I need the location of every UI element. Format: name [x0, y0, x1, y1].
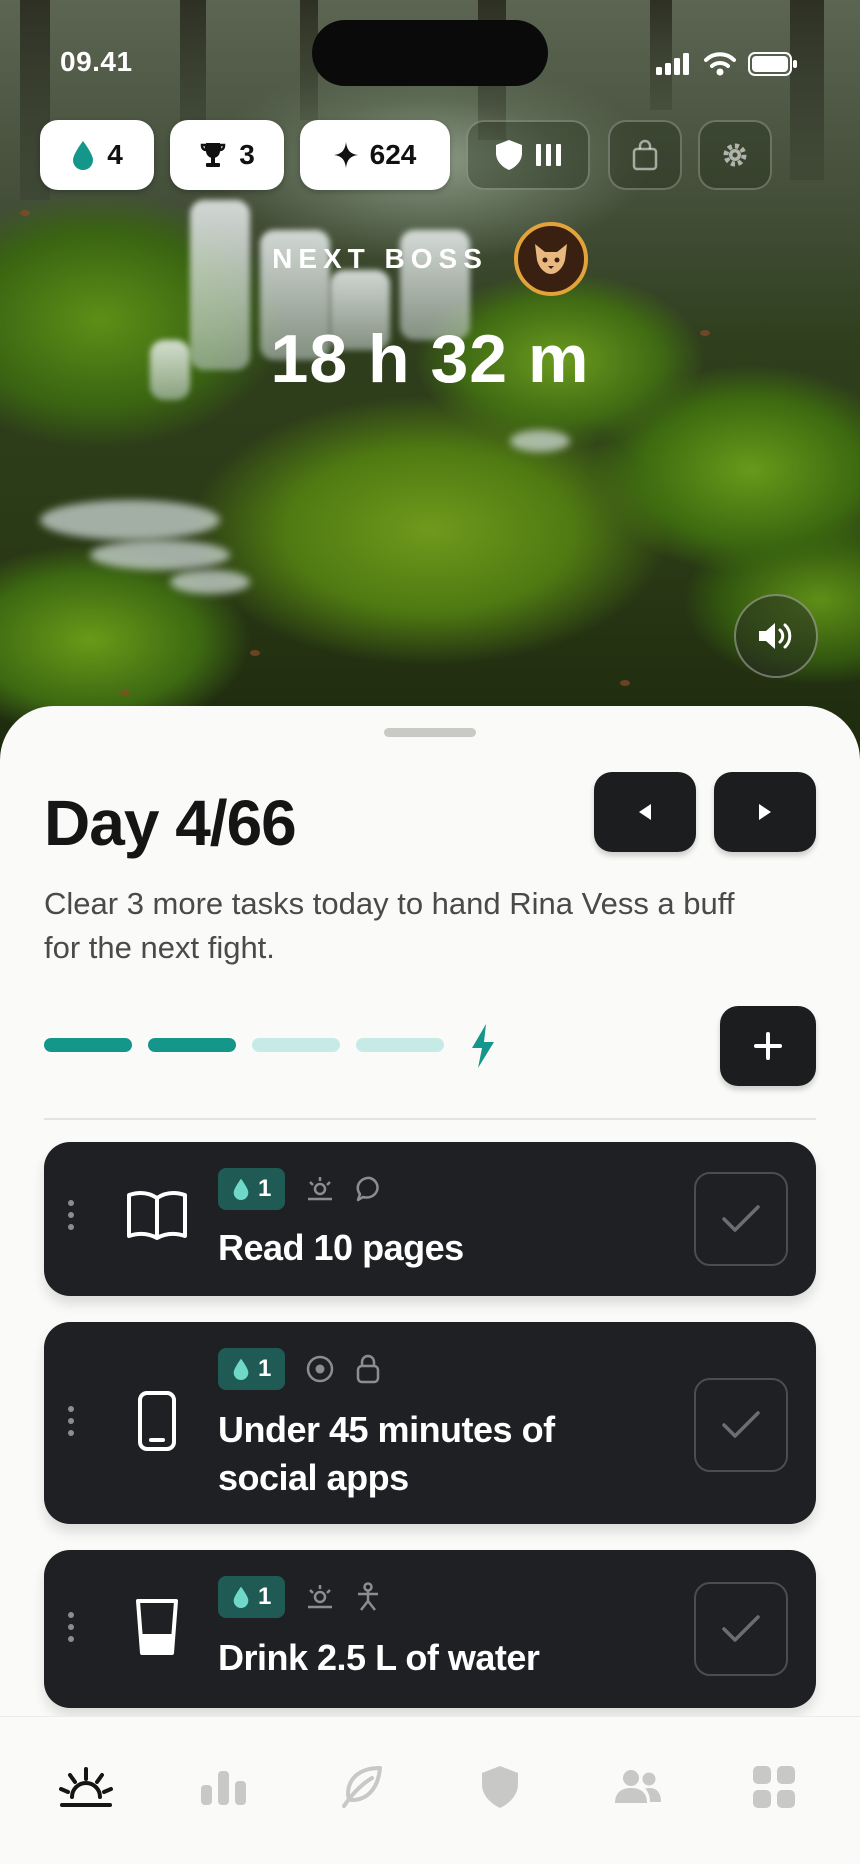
task-card[interactable]: 1 Under 45 minutes of social apps — [44, 1322, 816, 1524]
leaf-icon — [342, 1766, 382, 1808]
sheet-handle[interactable] — [384, 728, 476, 737]
task-complete-checkbox[interactable] — [694, 1172, 788, 1266]
wifi-icon — [704, 52, 736, 76]
section-divider — [44, 1118, 816, 1120]
drops-value: 1 — [258, 1583, 272, 1610]
level-bars-icon — [536, 144, 561, 166]
task-card[interactable]: 1 Read 10 pages — [44, 1142, 816, 1296]
day-title: Day 4/66 — [44, 787, 297, 859]
add-task-button[interactable] — [720, 1006, 816, 1086]
settings-button[interactable] — [698, 120, 772, 190]
checkmark-icon — [722, 1615, 760, 1642]
sun-icon — [308, 1585, 333, 1609]
trophies-count: 3 — [239, 139, 255, 170]
boss-avatar[interactable] — [513, 222, 588, 296]
sun-icon — [308, 1177, 333, 1201]
sparkle-icon — [333, 142, 358, 168]
progress-segment — [356, 1038, 444, 1052]
shopping-bag-icon — [632, 139, 658, 171]
tab-growth[interactable] — [332, 1757, 392, 1817]
sparks-pill[interactable]: 624 — [300, 120, 450, 190]
next-boss-row: NEXT BOSS — [0, 222, 860, 296]
battery-icon — [748, 52, 797, 76]
task-title: Read 10 pages — [218, 1227, 464, 1268]
day-sheet: Day 4/66 Clear 3 more tasks today to han… — [0, 706, 860, 1864]
signal-icon — [656, 53, 689, 75]
tab-more[interactable] — [744, 1757, 804, 1817]
drops-pill[interactable]: 4 — [40, 120, 154, 190]
day-subtitle: Clear 3 more tasks today to hand Rina Ve… — [44, 886, 735, 965]
drop-icon — [233, 1358, 249, 1380]
glass-icon — [136, 1599, 178, 1655]
plus-icon — [754, 1032, 782, 1060]
sparks-count: 624 — [369, 139, 417, 170]
lightning-icon — [472, 1024, 494, 1068]
checkmark-icon — [722, 1411, 760, 1438]
next-boss-label: NEXT BOSS — [272, 243, 488, 274]
task-title: Drink 2.5 L of water — [218, 1637, 540, 1678]
shield-level-button[interactable] — [466, 120, 590, 190]
drop-icon — [73, 141, 94, 170]
task-card[interactable]: 1 Drink 2.5 L of water — [44, 1550, 816, 1708]
drops-value: 1 — [258, 1175, 272, 1202]
task-complete-checkbox[interactable] — [694, 1378, 788, 1472]
previous-day-button[interactable] — [594, 772, 696, 852]
task-complete-checkbox[interactable] — [694, 1582, 788, 1676]
drops-badge: 1 — [218, 1348, 286, 1390]
speaker-icon — [759, 623, 792, 649]
next-day-button[interactable] — [714, 772, 816, 852]
drops-badge: 1 — [218, 1576, 286, 1618]
triangle-left-icon — [639, 804, 651, 820]
bottom-tab-bar — [0, 1716, 860, 1864]
drops-badge: 1 — [218, 1168, 286, 1210]
fox-face-icon — [534, 244, 567, 274]
stats-icon — [201, 1771, 246, 1805]
chat-icon — [356, 1176, 380, 1202]
drag-handle[interactable] — [68, 1612, 74, 1642]
drops-count: 4 — [107, 139, 123, 170]
drop-icon — [233, 1586, 249, 1608]
shield-icon — [482, 1766, 518, 1808]
progress-segment — [148, 1038, 236, 1052]
checkmark-icon — [722, 1205, 760, 1232]
drag-handle[interactable] — [68, 1406, 74, 1436]
lock-icon — [357, 1354, 380, 1384]
tab-stats[interactable] — [194, 1757, 254, 1817]
phone-icon — [138, 1391, 176, 1451]
book-icon — [127, 1191, 187, 1240]
tab-shield[interactable] — [470, 1757, 530, 1817]
tab-friends[interactable] — [608, 1757, 668, 1817]
home-sunrise-icon — [59, 1767, 113, 1807]
drop-icon — [233, 1178, 249, 1200]
progress-segment — [44, 1038, 132, 1052]
drops-value: 1 — [258, 1355, 272, 1382]
drag-handle[interactable] — [68, 1200, 74, 1230]
task-title: Under 45 minutes of social apps — [218, 1409, 555, 1498]
dynamic-island — [312, 20, 548, 86]
shield-icon — [496, 140, 522, 170]
person-icon — [358, 1582, 379, 1611]
status-time: 09.41 — [60, 46, 133, 77]
boss-countdown: 18 h 32 m — [270, 321, 590, 397]
triangle-right-icon — [759, 804, 771, 820]
target-icon — [307, 1355, 334, 1383]
people-icon — [615, 1770, 661, 1803]
gear-icon — [723, 143, 747, 167]
grid-icon — [753, 1766, 795, 1808]
status-icons — [656, 52, 798, 76]
sound-toggle-button[interactable] — [734, 594, 818, 678]
tab-home[interactable] — [56, 1757, 116, 1817]
trophies-pill[interactable]: 3 — [170, 120, 284, 190]
trophy-icon — [200, 143, 226, 167]
shop-button[interactable] — [608, 120, 682, 190]
progress-segment — [252, 1038, 340, 1052]
